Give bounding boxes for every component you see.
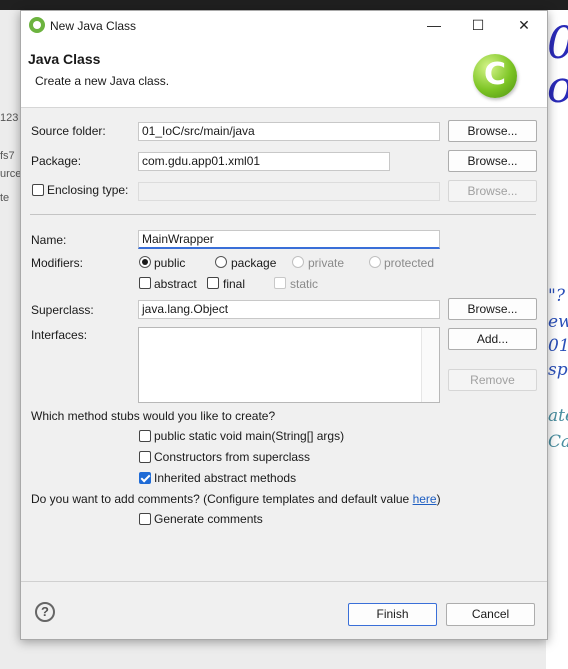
minimize-button[interactable]: — — [419, 15, 449, 35]
finish-button[interactable]: Finish — [348, 603, 437, 626]
superclass-label: Superclass: — [31, 303, 94, 317]
source-folder-input[interactable]: 01_IoC/src/main/java — [138, 122, 440, 141]
logo-letter: C — [483, 57, 507, 92]
wizard-description: Create a new Java class. — [35, 74, 170, 88]
comments-question-text: Do you want to add comments? (Configure … — [31, 492, 413, 506]
stub-inherited-label: Inherited abstract methods — [154, 471, 297, 485]
interfaces-remove-button: Remove — [448, 369, 537, 391]
ide-editor-fragment: 01 — [548, 336, 568, 356]
modifier-final-label: final — [223, 277, 246, 291]
modifier-protected-label: protected — [384, 256, 435, 270]
comments-question: Do you want to add comments? (Configure … — [31, 492, 441, 506]
generate-comments-label: Generate comments — [154, 512, 263, 526]
ide-editor-fragment: sp — [548, 360, 568, 380]
modifier-package-label: package — [231, 256, 277, 270]
stub-inherited-checkbox[interactable] — [139, 472, 151, 484]
source-folder-label: Source folder: — [31, 124, 106, 138]
ide-fragment: te — [0, 192, 10, 204]
wizard-header: Java Class Create a new Java class. C — [21, 39, 547, 108]
modifier-abstract-checkbox[interactable] — [139, 277, 151, 289]
close-button[interactable]: ✕ — [509, 15, 539, 35]
modifier-public-label: public — [154, 256, 186, 270]
interfaces-add-button[interactable]: Add... — [448, 328, 537, 350]
stub-constructors-label: Constructors from superclass — [154, 450, 311, 464]
enclosing-type-browse-button: Browse... — [448, 180, 537, 202]
enclosing-type-checkbox[interactable] — [32, 184, 44, 196]
modifier-protected-radio — [369, 256, 381, 268]
modifiers-label: Modifiers: — [31, 256, 84, 270]
ide-fragment: 123 — [0, 112, 19, 124]
stub-main-label: public static void main(String[] args) — [154, 429, 345, 443]
modifier-abstract-label: abstract — [154, 277, 197, 291]
java-class-logo-icon: C — [473, 54, 517, 98]
separator — [30, 214, 536, 215]
interfaces-list-scrollbar[interactable] — [421, 328, 439, 402]
package-browse-button[interactable]: Browse... — [448, 150, 537, 172]
modifier-package-radio[interactable] — [215, 256, 227, 268]
ide-editor-fragment: o — [547, 62, 568, 113]
configure-templates-link[interactable]: here — [413, 492, 437, 506]
source-folder-browse-button[interactable]: Browse... — [448, 120, 537, 142]
package-input[interactable]: com.gdu.app01.xml01 — [138, 152, 390, 171]
ide-editor-fragment: ate — [548, 406, 568, 426]
name-label: Name: — [31, 233, 67, 247]
help-icon[interactable]: ? — [35, 602, 55, 622]
modifier-final-checkbox[interactable] — [207, 277, 219, 289]
modifier-static-label: static — [290, 277, 319, 291]
title-bar: New Java Class — ☐ ✕ — [21, 11, 547, 39]
enclosing-type-label: Enclosing type: — [47, 183, 129, 197]
generate-comments-checkbox[interactable] — [139, 513, 151, 525]
ide-editor-fragment: ew — [548, 312, 568, 332]
new-java-class-dialog: New Java Class — ☐ ✕ Java Class Create a… — [20, 10, 548, 640]
ide-bottom-area — [22, 638, 546, 669]
cancel-button[interactable]: Cancel — [446, 603, 535, 626]
stub-constructors-checkbox[interactable] — [139, 451, 151, 463]
enclosing-type-input — [138, 182, 440, 201]
footer-separator — [21, 581, 547, 582]
modifier-static-checkbox — [274, 277, 286, 289]
wizard-title: Java Class — [28, 51, 101, 67]
package-label: Package: — [31, 154, 82, 168]
superclass-browse-button[interactable]: Browse... — [448, 298, 537, 320]
ide-editor-fragment: Ca — [548, 432, 568, 452]
name-input[interactable]: MainWrapper — [138, 230, 440, 249]
method-stubs-question: Which method stubs would you like to cre… — [31, 409, 276, 423]
ide-editor-fragment: "? — [548, 286, 565, 306]
spring-icon — [29, 17, 45, 33]
ide-top-bar — [0, 0, 568, 10]
modifier-private-radio — [292, 256, 304, 268]
interfaces-label: Interfaces: — [31, 328, 88, 342]
superclass-input[interactable]: java.lang.Object — [138, 300, 440, 319]
window-title: New Java Class — [50, 19, 137, 33]
stub-main-checkbox[interactable] — [139, 430, 151, 442]
interfaces-list[interactable] — [138, 327, 440, 403]
modifier-public-radio[interactable] — [139, 256, 151, 268]
modifier-private-label: private — [308, 256, 345, 270]
comments-question-suffix: ) — [436, 492, 441, 506]
maximize-button[interactable]: ☐ — [463, 15, 493, 35]
ide-fragment: fs7 — [0, 150, 15, 162]
